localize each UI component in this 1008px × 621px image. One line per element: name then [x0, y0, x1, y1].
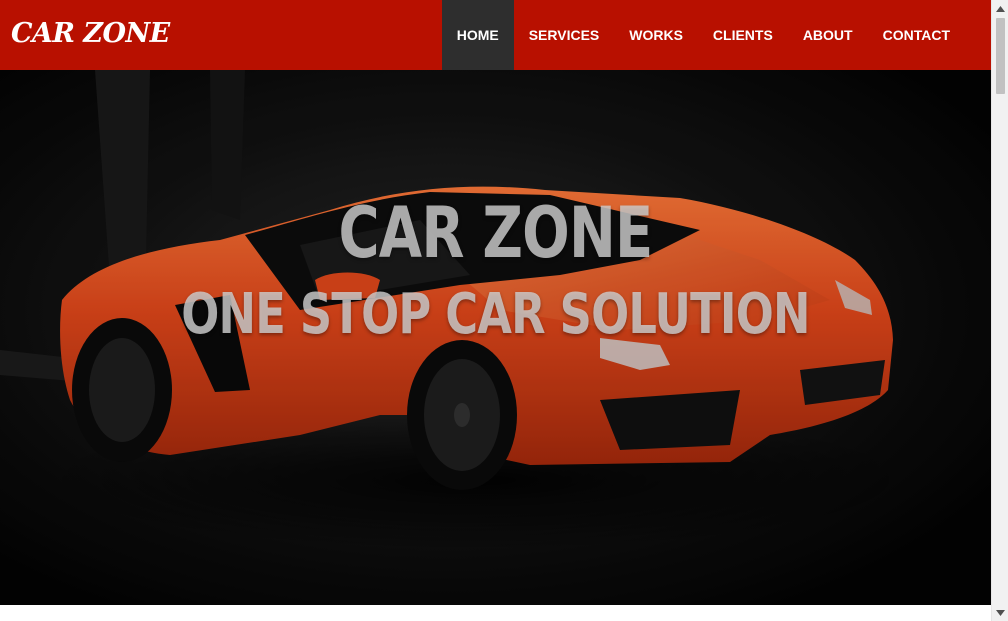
nav-clients[interactable]: CLIENTS	[698, 0, 788, 70]
hero-section: CAR ZONE ONE STOP CAR SOLUTION	[0, 70, 991, 605]
nav-home[interactable]: HOME	[441, 0, 514, 70]
scrollbar-thumb[interactable]	[996, 18, 1005, 94]
brand-logo[interactable]: CAR ZONE	[11, 14, 170, 54]
navbar: CAR ZONE HOME SERVICES WORKS CLIENTS ABO…	[0, 0, 991, 70]
content-below-hero	[0, 605, 991, 621]
arrow-down-icon[interactable]	[992, 604, 1008, 621]
vertical-scrollbar[interactable]	[991, 0, 1008, 621]
nav-services[interactable]: SERVICES	[514, 0, 615, 70]
nav-works[interactable]: WORKS	[614, 0, 698, 70]
nav-about[interactable]: ABOUT	[788, 0, 868, 70]
nav-contact[interactable]: CONTACT	[868, 0, 965, 70]
hero-title: CAR ZONE	[338, 192, 654, 274]
page: CAR ZONE HOME SERVICES WORKS CLIENTS ABO…	[0, 0, 991, 621]
arrow-up-icon[interactable]	[992, 0, 1008, 17]
main-nav: HOME SERVICES WORKS CLIENTS ABOUT CONTAC…	[441, 0, 965, 70]
hero-subtitle: ONE STOP CAR SOLUTION	[181, 282, 810, 347]
